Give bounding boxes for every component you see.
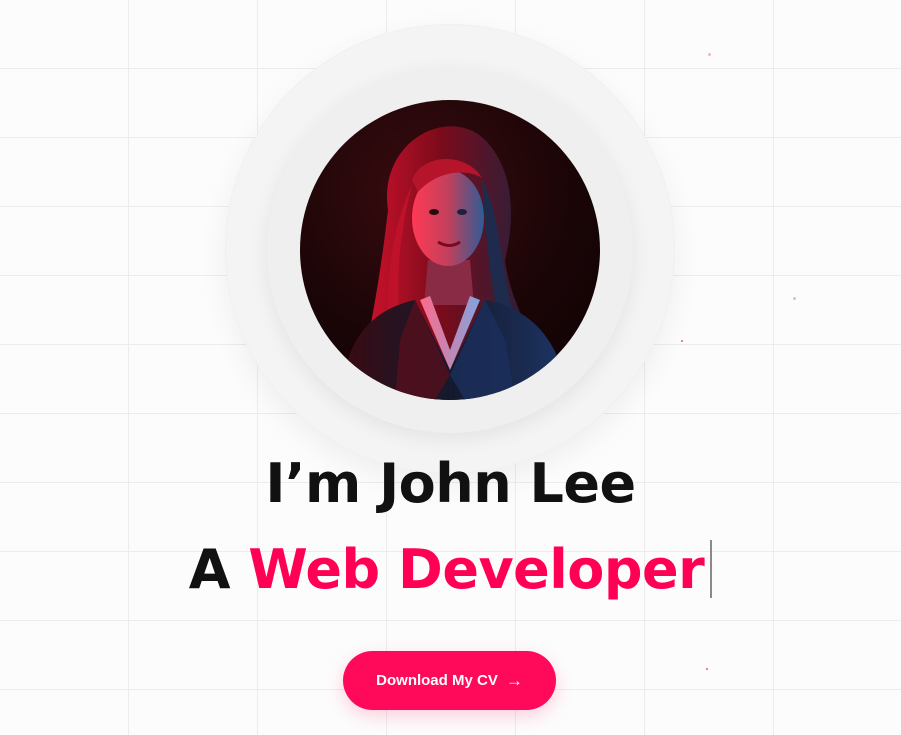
hero-greeting: I’m John Lee — [265, 452, 636, 515]
hero-section: I’m John Lee A Web Developer Download My… — [0, 0, 901, 735]
decorative-dot — [793, 297, 796, 300]
download-cv-button[interactable]: Download My CV → — [343, 651, 556, 710]
decorative-dot — [706, 668, 708, 670]
avatar — [300, 100, 600, 400]
typing-cursor — [710, 540, 713, 598]
download-cv-label: Download My CV — [376, 672, 498, 689]
role-text: Web Developer — [248, 538, 705, 601]
hero-role-line: A Web Developer — [0, 538, 901, 601]
avatar-illustration — [340, 126, 568, 400]
role-prefix: A — [188, 538, 249, 601]
decorative-dot — [681, 340, 683, 342]
decorative-dot — [708, 53, 711, 56]
arrow-right-icon: → — [505, 671, 523, 690]
